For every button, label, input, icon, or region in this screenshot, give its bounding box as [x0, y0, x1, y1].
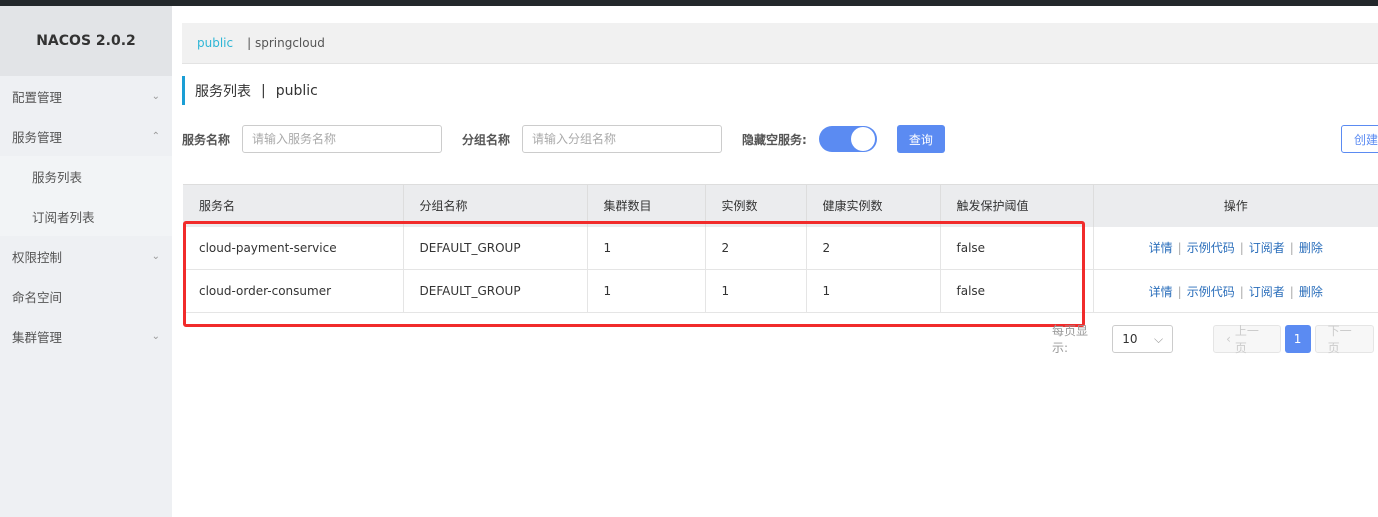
separator: |	[1289, 284, 1294, 299]
chevron-down-icon: ⌄	[151, 330, 160, 342]
separator: |	[1177, 241, 1182, 256]
separator: |	[1239, 284, 1244, 299]
subscribers-link[interactable]: 订阅者	[1249, 285, 1285, 299]
group-name-input[interactable]	[522, 125, 723, 153]
actions-cell: 详情 | 示例代码 | 订阅者 | 删除	[1093, 269, 1378, 313]
logo: NACOS 2.0.2	[0, 6, 172, 76]
chevron-up-icon: ⌃	[151, 130, 160, 142]
pagination: 每页显示: 10 ⌵ ‹ 上一页 1 下一页	[1052, 322, 1378, 356]
hide-empty-label: 隐藏空服务:	[742, 132, 807, 147]
title-text: 服务列表	[195, 83, 251, 100]
subscribers-link[interactable]: 订阅者	[1249, 241, 1285, 255]
table-cell: 1	[705, 269, 807, 313]
label: 订阅者列表	[32, 209, 95, 225]
label: 命名空间	[12, 289, 63, 305]
prev-label: 上一页	[1234, 324, 1259, 355]
table-row: cloud-order-consumer DEFAULT_GROUP 1 1 1 fals…	[183, 269, 1378, 313]
chevron-down-icon: ⌄	[151, 250, 160, 262]
table-row: cloud-payment-service DEFAULT_GROUP 1 2 2 fal…	[183, 226, 1378, 270]
actions-cell: 详情 | 示例代码 | 订阅者 | 删除	[1093, 226, 1378, 270]
chevron-down-icon: ⌄	[151, 90, 160, 102]
table-cell: false	[940, 269, 1094, 313]
namespace-bar: public | springcloud	[182, 23, 1378, 64]
chevron-down-icon: ⌵	[1153, 331, 1164, 346]
per-page-value: 10	[1122, 332, 1138, 346]
next-label: 下一页	[1327, 324, 1352, 355]
table-cell: 2	[806, 226, 941, 270]
prev-page-button[interactable]: ‹ 上一页	[1213, 324, 1281, 355]
sidebar-item-service[interactable]: 服务管理 ⌃	[0, 116, 172, 156]
sidebar-item-subscribers[interactable]: 订阅者列表	[0, 196, 172, 236]
table-cell: DEFAULT_GROUP	[403, 269, 588, 313]
table-cell: 1	[806, 269, 941, 313]
column-header: 分组名称	[403, 184, 588, 227]
delete-link[interactable]: 删除	[1299, 241, 1323, 255]
table-cell: DEFAULT_GROUP	[403, 226, 588, 270]
namespace-public[interactable]: public	[197, 36, 233, 50]
separator: |	[1239, 241, 1244, 256]
page-1-button[interactable]: 1	[1284, 325, 1311, 353]
separator: |	[1177, 284, 1182, 299]
namespace-springcloud[interactable]: | springcloud	[247, 36, 325, 50]
delete-link[interactable]: 删除	[1299, 285, 1323, 299]
sidebar: NACOS 2.0.2 配置管理 ⌄ 服务管理 ⌃ 服务列表 订阅者列表 权限控制 ⌄…	[0, 6, 172, 517]
detail-link[interactable]: 详情	[1149, 241, 1173, 255]
sidebar-item-cluster[interactable]: 集群管理 ⌄	[0, 316, 172, 356]
label: 配置管理	[12, 89, 63, 105]
sidebar-item-namespace[interactable]: 命名空间	[0, 276, 172, 316]
sidebar-item-config[interactable]: 配置管理 ⌄	[0, 76, 172, 116]
toggle-knob	[850, 127, 875, 151]
chevron-left-icon: ‹	[1226, 332, 1231, 346]
hide-empty-toggle[interactable]	[818, 126, 877, 152]
table-cell: cloud-order-consumer	[183, 269, 404, 313]
main: public | springcloud 服务列表 | public 服务名称 …	[172, 6, 1378, 517]
service-table: 服务名 分组名称 集群数目 实例数 健康实例数 触发保护阈值 操作 cloud-paymen…	[183, 184, 1378, 313]
label: 服务列表	[32, 169, 83, 185]
create-service-button[interactable]: 创建服务	[1341, 125, 1378, 153]
table-cell: 1	[587, 226, 706, 270]
label: 集群管理	[12, 329, 63, 345]
title-sep: |	[261, 82, 266, 99]
title-namespace: public	[275, 82, 318, 99]
sidebar-item-auth[interactable]: 权限控制 ⌄	[0, 236, 172, 276]
service-name-input[interactable]	[242, 125, 443, 153]
column-header: 服务名	[183, 184, 404, 227]
table-cell: false	[940, 226, 1094, 270]
group-name-label: 分组名称	[462, 132, 511, 147]
query-button[interactable]: 查询	[896, 125, 945, 153]
column-header: 集群数目	[587, 184, 706, 227]
label: 服务管理	[12, 129, 63, 145]
sample-code-link[interactable]: 示例代码	[1187, 285, 1235, 299]
sidebar-item-service-list[interactable]: 服务列表	[0, 156, 172, 196]
service-name-label: 服务名称	[182, 132, 231, 147]
table-cell: cloud-payment-service	[183, 226, 404, 270]
column-header: 健康实例数	[806, 184, 941, 227]
table-cell: 1	[587, 269, 706, 313]
detail-link[interactable]: 详情	[1149, 285, 1173, 299]
sample-code-link[interactable]: 示例代码	[1187, 241, 1235, 255]
column-header: 实例数	[705, 184, 807, 227]
filter-form: 服务名称 分组名称 隐藏空服务: 查询 创建服务	[182, 125, 1378, 153]
table-cell: 2	[705, 226, 807, 270]
next-page-button[interactable]: 下一页	[1314, 324, 1374, 355]
per-page-label: 每页显示:	[1052, 324, 1089, 355]
separator: |	[1289, 241, 1294, 256]
column-header: 操作	[1093, 184, 1378, 227]
column-header: 触发保护阈值	[940, 184, 1094, 227]
page-title: 服务列表 | public	[182, 76, 318, 105]
per-page-select[interactable]: 10 ⌵	[1112, 325, 1174, 353]
label: 权限控制	[12, 249, 63, 265]
